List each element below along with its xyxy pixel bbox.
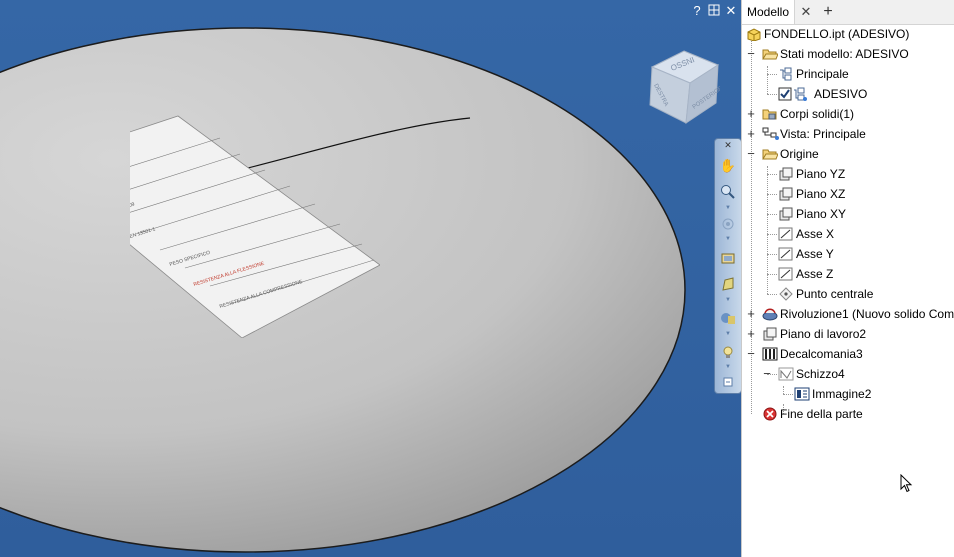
tree-node[interactable]: + Corpi solidi(1): [742, 104, 954, 124]
end-of-part-icon: [762, 407, 778, 421]
tab-modello[interactable]: Modello: [742, 0, 796, 24]
tree-node[interactable]: − Stati modello: ADESIVO: [742, 44, 954, 64]
decal-label-image: CE DATI TECNICI EN 1090-1:2009 EN 13501-…: [130, 115, 380, 338]
plane-icon: [778, 207, 794, 221]
tree-node-label: Piano di lavoro2: [780, 327, 867, 341]
decal-icon: [762, 347, 778, 361]
tree-node-label: Asse X: [796, 227, 835, 241]
tree-node-label: Decalcomania3: [780, 347, 863, 361]
graphics-window[interactable]: CE DATI TECNICI EN 1090-1:2009 EN 13501-…: [0, 0, 741, 557]
tree-node-label: Punto centrale: [796, 287, 874, 301]
axis-icon: [778, 227, 794, 241]
tree-node[interactable]: Piano YZ: [742, 164, 954, 184]
tree-node[interactable]: Punto centrale: [742, 284, 954, 304]
pan-icon[interactable]: ✋: [719, 157, 737, 175]
expand-icon[interactable]: +: [746, 324, 756, 344]
folder-open-icon: [762, 147, 779, 161]
tree-node-label: ADESIVO: [814, 87, 868, 101]
close-icon[interactable]: ✕: [719, 139, 737, 151]
folder-open-icon: [762, 47, 779, 61]
tree-node[interactable]: Principale: [742, 64, 954, 84]
tree-node-label: Vista: Principale: [780, 127, 866, 141]
help-icon[interactable]: ?: [690, 4, 704, 18]
mouse-pointer-icon: [900, 474, 913, 493]
tree-node-label: Asse Z: [796, 267, 834, 281]
tree-node[interactable]: ADESIVO: [742, 84, 954, 104]
view-rep-icon: [762, 127, 779, 141]
expand-icon[interactable]: +: [746, 104, 756, 124]
customize-icon[interactable]: [719, 375, 737, 389]
image-icon: [794, 387, 810, 401]
navigation-bar: ✕ ✋ ▼ ▼ ▼ ▼ ▼: [714, 138, 741, 394]
model-tree: FONDELLO.ipt (ADESIVO) − Stati modello: AD…: [742, 24, 954, 557]
tree-node[interactable]: + Piano di lavoro2: [742, 324, 954, 344]
tree-node[interactable]: Asse Y: [742, 244, 954, 264]
plane-icon: [778, 187, 794, 201]
restore-window-icon[interactable]: [707, 4, 721, 18]
tree-node[interactable]: Asse Z: [742, 264, 954, 284]
tree-node-label: Asse Y: [796, 247, 834, 261]
collapse-icon[interactable]: −: [746, 44, 756, 64]
model-state-active-icon: [778, 87, 807, 101]
tree-node[interactable]: + Vista: Principale: [742, 124, 954, 144]
tree-node[interactable]: Piano XZ: [742, 184, 954, 204]
tab-close-icon[interactable]: ✕: [799, 0, 813, 24]
tree-node-label: Immagine2: [812, 387, 872, 401]
plane-icon: [762, 327, 778, 341]
tree-node-label: Principale: [796, 67, 849, 81]
plane-icon: [778, 167, 794, 181]
viewcube[interactable]: OSSNI DESTRA POSTERIORE: [646, 47, 720, 125]
tree-node[interactable]: Piano XY: [742, 204, 954, 224]
tree-node-label: Piano YZ: [796, 167, 846, 181]
solid-bodies-folder-icon: [762, 107, 778, 121]
light-icon[interactable]: [719, 343, 737, 361]
tree-node[interactable]: Fine della parte: [742, 404, 954, 424]
expand-icon[interactable]: +: [746, 304, 756, 324]
sketch-icon: [778, 367, 794, 381]
tree-node[interactable]: FONDELLO.ipt (ADESIVO): [742, 24, 954, 44]
tree-node-label: Rivoluzione1 (Nuovo solido Com: [780, 307, 954, 321]
tree-node[interactable]: − Decalcomania3: [742, 344, 954, 364]
tree-node-label: Piano XY: [796, 207, 847, 221]
tree-node-label: Stati modello: ADESIVO: [780, 47, 909, 61]
section-icon[interactable]: [719, 275, 737, 293]
tree-node-label: Corpi solidi(1): [780, 107, 855, 121]
browser-tab-strip: Modello ✕ +: [742, 0, 954, 25]
tree-node-label: Schizzo4: [796, 367, 845, 381]
collapse-icon[interactable]: −: [762, 364, 772, 384]
expand-icon[interactable]: +: [746, 124, 756, 144]
revolve-icon: [762, 307, 778, 321]
tree-node-label: Piano XZ: [796, 187, 846, 201]
collapse-icon[interactable]: −: [746, 344, 756, 364]
orbit-icon[interactable]: [719, 215, 737, 233]
add-tab-icon[interactable]: +: [820, 0, 836, 24]
zoom-icon[interactable]: [719, 183, 737, 201]
point-icon: [778, 287, 794, 301]
tree-node-label: Origine: [780, 147, 819, 161]
look-at-icon[interactable]: [719, 249, 737, 267]
tree-node-label: Fine della parte: [780, 407, 863, 421]
axis-icon: [778, 247, 794, 261]
close-window-icon[interactable]: ✕: [724, 4, 738, 18]
tree-node[interactable]: − Origine: [742, 144, 954, 164]
tree-node[interactable]: + Rivoluzione1 (Nuovo solido Com: [742, 304, 954, 324]
model-browser: Modello ✕ + FONDELLO.ipt (ADESIVO) − Stati…: [741, 0, 954, 557]
tree-node[interactable]: − Schizzo4: [742, 364, 954, 384]
tree-node[interactable]: Asse X: [742, 224, 954, 244]
part-icon: [746, 27, 762, 42]
tree-node[interactable]: Immagine2: [742, 384, 954, 404]
axis-icon: [778, 267, 794, 281]
model-state-icon: [778, 67, 794, 81]
collapse-icon[interactable]: −: [746, 144, 756, 164]
shading-icon[interactable]: [719, 309, 737, 327]
tree-node-label: FONDELLO.ipt (ADESIVO): [764, 27, 910, 41]
